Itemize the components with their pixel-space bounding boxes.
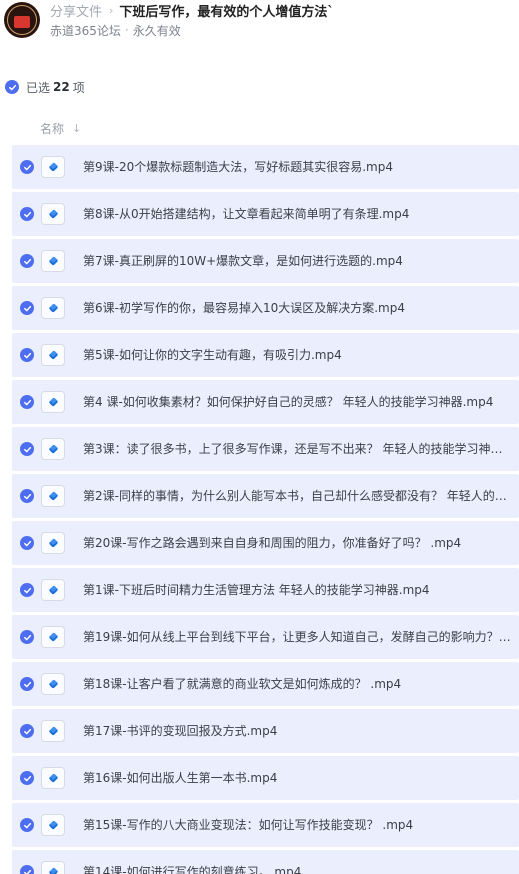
- file-row[interactable]: 第1课-下班后时间精力生活管理方法 年轻人的技能学习神器.mp4: [12, 568, 519, 612]
- share-header: 分享文件 › 下班后写作，最有效的个人增值方法` 赤道365论坛 · 永久有效: [0, 0, 519, 44]
- select-all-check-icon[interactable]: [5, 80, 19, 94]
- file-name[interactable]: 第9课-20个爆款标题制造大法，写好标题其实很容易.mp4: [83, 158, 511, 176]
- file-name[interactable]: 第15课-写作的八大商业变现法：如何让写作技能变现？ .mp4: [83, 816, 511, 834]
- file-name[interactable]: 第1课-下班后时间精力生活管理方法 年轻人的技能学习神器.mp4: [83, 581, 511, 599]
- video-file-icon: [41, 156, 65, 178]
- file-row[interactable]: 第18课-让客户看了就满意的商业软文是如何炼成的？ .mp4: [12, 662, 519, 706]
- file-row[interactable]: 第14课-如何进行写作的刻意练习。.mp4: [12, 850, 519, 874]
- file-row[interactable]: 第2课-同样的事情，为什么别人能写本书，自己却什么感受都没有？ 年轻人的技能学习…: [12, 474, 519, 518]
- video-file-icon: [41, 673, 65, 695]
- page-title: 下班后写作，最有效的个人增值方法`: [119, 4, 334, 20]
- row-check-icon[interactable]: [20, 160, 34, 174]
- video-file-icon: [41, 626, 65, 648]
- file-name[interactable]: 第16课-如何出版人生第一本书.mp4: [83, 769, 511, 787]
- share-validity: 永久有效: [132, 23, 181, 38]
- breadcrumb: 分享文件 › 下班后写作，最有效的个人增值方法`: [50, 1, 334, 20]
- row-check-icon[interactable]: [20, 724, 34, 738]
- sort-down-icon[interactable]: ↓: [72, 122, 81, 135]
- file-row[interactable]: 第5课-如何让你的文字生动有趣，有吸引力.mp4: [12, 333, 519, 377]
- share-info: 赤道365论坛 · 永久有效: [50, 22, 181, 38]
- file-name[interactable]: 第2课-同样的事情，为什么别人能写本书，自己却什么感受都没有？ 年轻人的技能学习…: [83, 487, 511, 505]
- file-name[interactable]: 第5课-如何让你的文字生动有趣，有吸引力.mp4: [83, 346, 511, 364]
- file-row[interactable]: 第8课-从0开始搭建结构，让文章看起来简单明了有条理.mp4: [12, 192, 519, 236]
- sharer-name[interactable]: 赤道365论坛: [50, 22, 121, 39]
- video-file-icon: [41, 767, 65, 789]
- file-row[interactable]: 第7课-真正刷屏的10W+爆款文章，是如何进行选题的.mp4: [12, 239, 519, 283]
- file-name[interactable]: 第6课-初学写作的你，最容易掉入10大误区及解决方案.mp4: [83, 299, 511, 317]
- avatar-seal-icon: [14, 16, 30, 28]
- video-file-icon: [41, 485, 65, 507]
- file-name[interactable]: 第14课-如何进行写作的刻意练习。.mp4: [83, 863, 511, 874]
- row-check-icon[interactable]: [20, 583, 34, 597]
- file-row[interactable]: 第3课：读了很多书，上了很多写作课，还是写不出来？ 年轻人的技能学习神器.mp4: [12, 427, 519, 471]
- file-name[interactable]: 第18课-让客户看了就满意的商业软文是如何炼成的？ .mp4: [83, 675, 511, 693]
- selection-prefix: 已选: [26, 80, 51, 95]
- row-check-icon[interactable]: [20, 348, 34, 362]
- row-check-icon[interactable]: [20, 536, 34, 550]
- column-header-name[interactable]: 名称 ↓: [40, 119, 81, 137]
- file-name[interactable]: 第7课-真正刷屏的10W+爆款文章，是如何进行选题的.mp4: [83, 252, 511, 270]
- file-name[interactable]: 第4 课-如何收集素材？如何保护好自己的灵感？ 年轻人的技能学习神器.mp4: [83, 393, 511, 411]
- file-row[interactable]: 第4 课-如何收集素材？如何保护好自己的灵感？ 年轻人的技能学习神器.mp4: [12, 380, 519, 424]
- file-name[interactable]: 第17课-书评的变现回报及方式.mp4: [83, 722, 511, 740]
- selection-summary: 已选 22 项: [5, 78, 85, 96]
- video-file-icon: [41, 203, 65, 225]
- row-check-icon[interactable]: [20, 301, 34, 315]
- file-name[interactable]: 第3课：读了很多书，上了很多写作课，还是写不出来？ 年轻人的技能学习神器.mp4: [83, 440, 511, 458]
- video-file-icon: [41, 532, 65, 554]
- file-name[interactable]: 第19课-如何从线上平台到线下平台，让更多人知道自己，发酵自己的影响力？.mp4: [83, 628, 511, 646]
- video-file-icon: [41, 438, 65, 460]
- share-file-page: 分享文件 › 下班后写作，最有效的个人增值方法` 赤道365论坛 · 永久有效 …: [0, 0, 519, 874]
- video-file-icon: [41, 861, 65, 874]
- row-check-icon[interactable]: [20, 442, 34, 456]
- row-check-icon[interactable]: [20, 395, 34, 409]
- file-list: 第9课-20个爆款标题制造大法，写好标题其实很容易.mp4 第8课-从0开始搭建结…: [12, 145, 519, 874]
- file-row[interactable]: 第20课-写作之路会遇到来自自身和周围的阻力，你准备好了吗？ .mp4: [12, 521, 519, 565]
- file-row[interactable]: 第19课-如何从线上平台到线下平台，让更多人知道自己，发酵自己的影响力？.mp4: [12, 615, 519, 659]
- file-name[interactable]: 第20课-写作之路会遇到来自自身和周围的阻力，你准备好了吗？ .mp4: [83, 534, 511, 552]
- file-row[interactable]: 第17课-书评的变现回报及方式.mp4: [12, 709, 519, 753]
- row-check-icon[interactable]: [20, 254, 34, 268]
- file-row[interactable]: 第15课-写作的八大商业变现法：如何让写作技能变现？ .mp4: [12, 803, 519, 847]
- selection-count: 22: [53, 80, 70, 94]
- row-check-icon[interactable]: [20, 677, 34, 691]
- row-check-icon[interactable]: [20, 771, 34, 785]
- breadcrumb-separator-icon: ›: [109, 3, 114, 17]
- row-check-icon[interactable]: [20, 865, 34, 874]
- breadcrumb-parent-link[interactable]: 分享文件: [50, 1, 102, 20]
- file-name[interactable]: 第8课-从0开始搭建结构，让文章看起来简单明了有条理.mp4: [83, 205, 511, 223]
- file-row[interactable]: 第6课-初学写作的你，最容易掉入10大误区及解决方案.mp4: [12, 286, 519, 330]
- column-name-label: 名称: [40, 121, 65, 136]
- video-file-icon: [41, 720, 65, 742]
- video-file-icon: [41, 250, 65, 272]
- row-check-icon[interactable]: [20, 630, 34, 644]
- row-check-icon[interactable]: [20, 818, 34, 832]
- file-row[interactable]: 第9课-20个爆款标题制造大法，写好标题其实很容易.mp4: [12, 145, 519, 189]
- video-file-icon: [41, 297, 65, 319]
- file-row[interactable]: 第16课-如何出版人生第一本书.mp4: [12, 756, 519, 800]
- row-check-icon[interactable]: [20, 207, 34, 221]
- video-file-icon: [41, 579, 65, 601]
- video-file-icon: [41, 391, 65, 413]
- video-file-icon: [41, 814, 65, 836]
- sharer-avatar[interactable]: [4, 2, 40, 38]
- row-check-icon[interactable]: [20, 489, 34, 503]
- video-file-icon: [41, 344, 65, 366]
- info-separator: ·: [124, 23, 129, 37]
- selection-suffix: 项: [72, 80, 85, 95]
